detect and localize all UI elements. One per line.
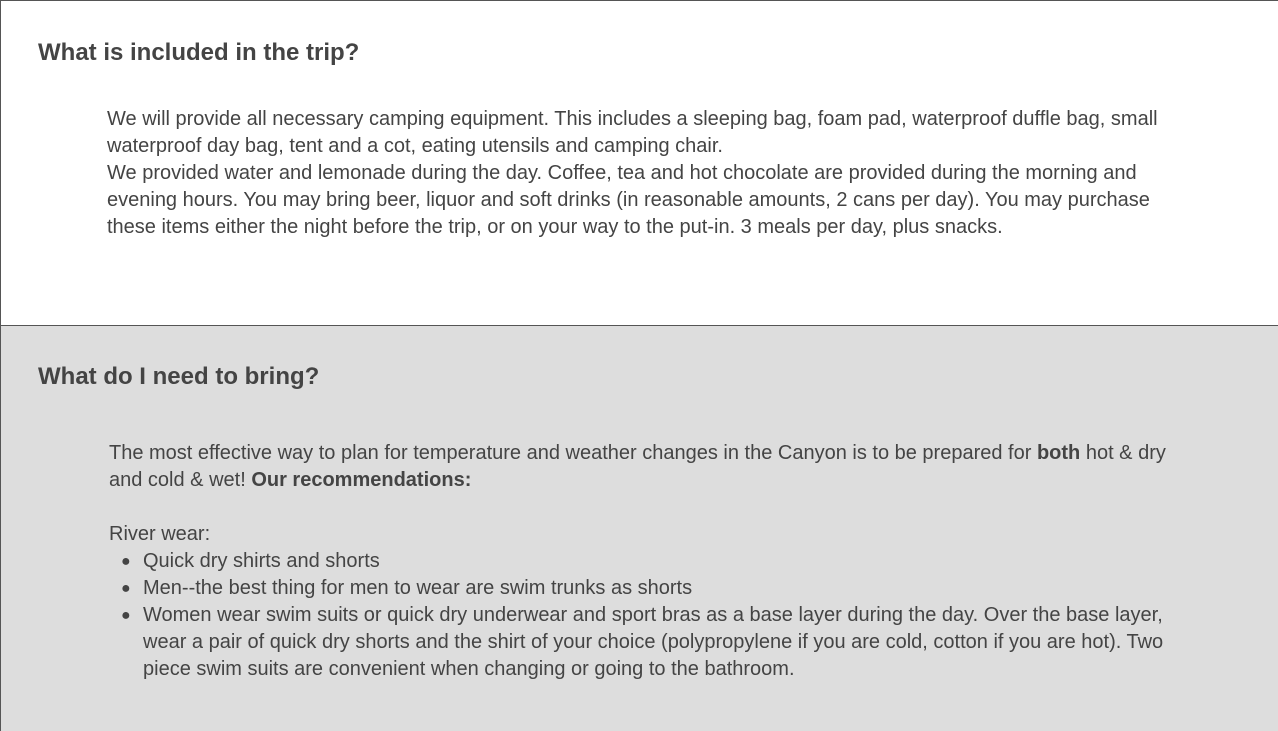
list-item-text: Women wear swim suits or quick dry under… bbox=[143, 604, 1164, 680]
list-item: ● Women wear swim suits or quick dry unde… bbox=[109, 602, 1189, 683]
bring-body: The most effective way to plan for tempe… bbox=[109, 440, 1189, 683]
bullet-icon: ● bbox=[121, 607, 131, 624]
faq-page: What is included in the trip? We will pr… bbox=[0, 0, 1278, 731]
river-wear-label: River wear: bbox=[109, 523, 211, 545]
bring-intro-bold-both: both bbox=[1036, 442, 1081, 464]
included-section: What is included in the trip? We will pr… bbox=[1, 1, 1278, 325]
list-item: ● Quick dry shirts and shorts bbox=[109, 548, 1189, 575]
bring-heading: What do I need to bring? bbox=[38, 363, 320, 390]
river-wear-list: ● Quick dry shirts and shorts ● Men--the b… bbox=[109, 548, 1189, 683]
bring-intro-text-start: The most effective way to plan for tempe… bbox=[109, 442, 1037, 464]
included-paragraph-food-drinks: We provided water and lemonade during th… bbox=[107, 162, 1150, 238]
list-item-text: Quick dry shirts and shorts bbox=[143, 550, 380, 572]
included-body: We will provide all necessary camping eq… bbox=[107, 106, 1187, 241]
list-item-text: Men--the best thing for men to wear are … bbox=[143, 577, 693, 599]
bullet-icon: ● bbox=[121, 580, 131, 597]
list-item: ● Men--the best thing for men to wear are… bbox=[109, 575, 1189, 602]
bring-intro-bold-recommendations: Our recommendations: bbox=[251, 469, 472, 491]
bring-intro: The most effective way to plan for tempe… bbox=[109, 440, 1189, 494]
included-heading: What is included in the trip? bbox=[38, 39, 360, 66]
bring-section: What do I need to bring? The most effect… bbox=[1, 325, 1278, 731]
included-paragraph-equipment: We will provide all necessary camping eq… bbox=[107, 108, 1158, 157]
bullet-icon: ● bbox=[121, 553, 131, 570]
